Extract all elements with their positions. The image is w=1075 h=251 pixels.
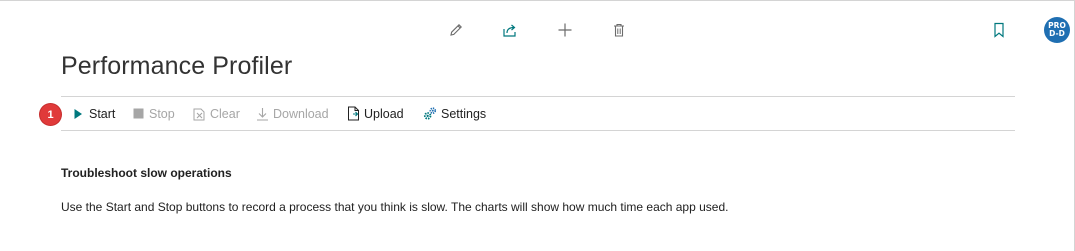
upload-label: Upload bbox=[364, 106, 404, 121]
upload-button[interactable]: Upload bbox=[346, 97, 404, 130]
page-title: Performance Profiler bbox=[61, 52, 293, 80]
upload-file-icon bbox=[346, 106, 360, 121]
section-description: Use the Start and Stop buttons to record… bbox=[61, 200, 729, 214]
clear-icon bbox=[192, 107, 206, 121]
settings-gears-icon bbox=[423, 107, 437, 121]
download-icon bbox=[255, 107, 269, 121]
clear-label: Clear bbox=[210, 106, 240, 121]
step-callout-badge: 1 bbox=[40, 104, 61, 125]
action-bar: Start Stop Clear Download Upload Setting… bbox=[61, 96, 1015, 131]
add-plus-icon[interactable] bbox=[555, 20, 575, 40]
avatar-line2: D-D bbox=[1049, 29, 1065, 38]
settings-button[interactable]: Settings bbox=[423, 97, 486, 130]
bookmark-icon[interactable] bbox=[989, 20, 1009, 40]
settings-label: Settings bbox=[441, 106, 487, 121]
start-button[interactable]: Start bbox=[71, 97, 115, 130]
user-avatar[interactable]: PRO D-D bbox=[1044, 17, 1070, 43]
download-button[interactable]: Download bbox=[255, 97, 329, 130]
section-heading: Troubleshoot slow operations bbox=[61, 166, 232, 180]
start-label: Start bbox=[89, 106, 116, 121]
edit-pencil-icon[interactable] bbox=[446, 20, 466, 40]
stop-label: Stop bbox=[149, 106, 175, 121]
clear-button[interactable]: Clear bbox=[192, 97, 240, 130]
download-label: Download bbox=[273, 106, 329, 121]
delete-trash-icon[interactable] bbox=[609, 20, 629, 40]
stop-square-icon bbox=[131, 107, 145, 121]
play-icon bbox=[71, 107, 85, 121]
share-icon[interactable] bbox=[500, 20, 520, 40]
stop-button[interactable]: Stop bbox=[131, 97, 175, 130]
